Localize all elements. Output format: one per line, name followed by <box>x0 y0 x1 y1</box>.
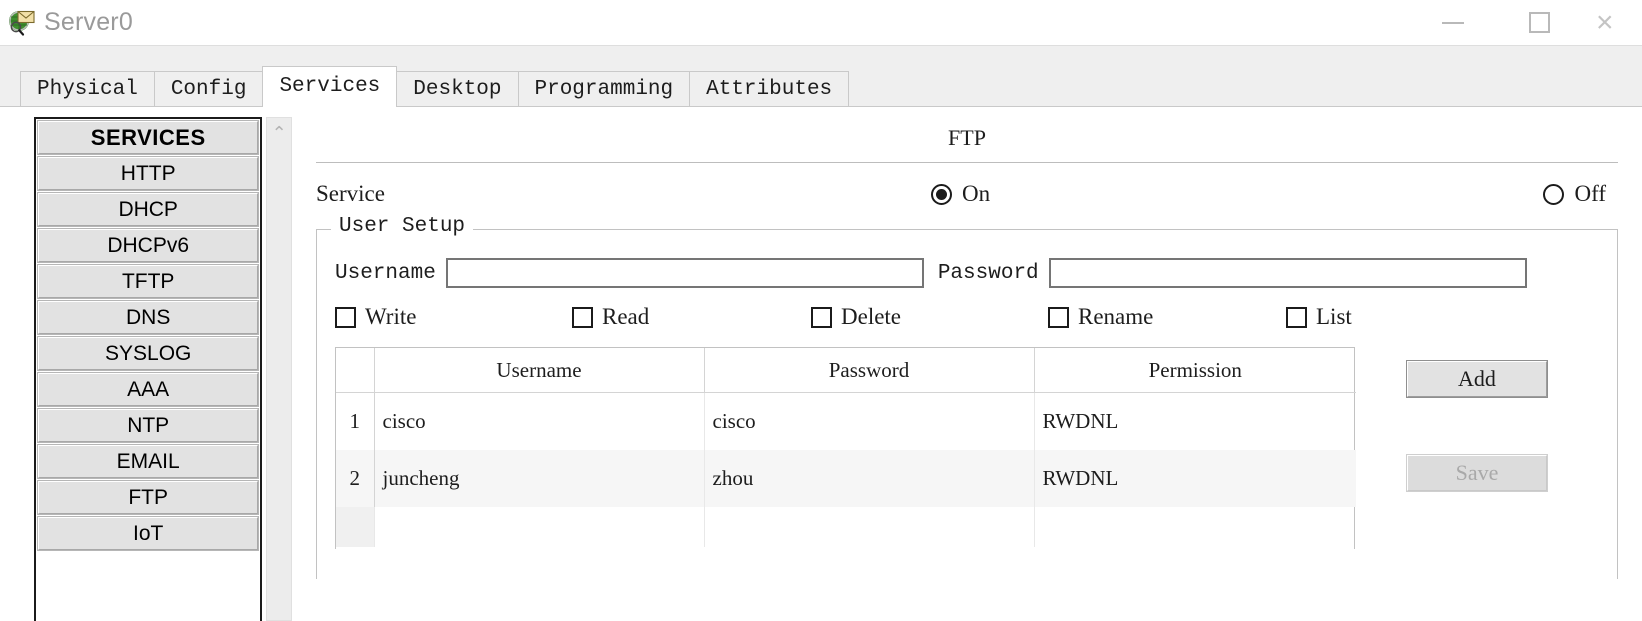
sidebar-item-dhcp[interactable]: DHCP <box>36 192 260 227</box>
row-index: 2 <box>336 450 375 507</box>
permission-list-label: List <box>1316 304 1352 329</box>
password-input[interactable] <box>1048 258 1527 288</box>
sidebar-item-aaa[interactable]: AAA <box>36 372 260 407</box>
user-setup-legend: User Setup <box>331 215 474 238</box>
maximize-button[interactable] <box>1496 0 1582 45</box>
tab-physical[interactable]: Physical <box>20 71 155 107</box>
password-label: Password <box>937 261 1039 285</box>
service-toggle-row: Service On Off <box>302 163 1632 225</box>
service-on-label: On <box>961 181 991 206</box>
table-row[interactable]: 1 cisco cisco RWDNL <box>336 392 1356 451</box>
sidebar-item-dns[interactable]: DNS <box>36 300 260 335</box>
checkbox-list-icon[interactable] <box>1286 306 1307 328</box>
row-index: 1 <box>336 392 375 450</box>
sidebar-item-email[interactable]: EMAIL <box>36 444 260 479</box>
table-row[interactable]: 2 juncheng zhou RWDNL <box>336 450 1356 507</box>
tab-desktop[interactable]: Desktop <box>396 71 519 107</box>
minimize-button[interactable] <box>1410 0 1496 45</box>
sidebar-item-ntp[interactable]: NTP <box>36 408 260 443</box>
tab-attributes[interactable]: Attributes <box>689 71 850 107</box>
close-icon: × <box>1596 5 1614 39</box>
radio-on-icon[interactable] <box>930 183 952 205</box>
page-title: FTP <box>948 125 986 150</box>
column-header-username[interactable]: Username <box>374 348 705 393</box>
cell-password[interactable]: cisco <box>704 392 1035 450</box>
sidebar-scrollbar[interactable]: ⌃ <box>266 117 292 621</box>
sidebar-item-ftp[interactable]: FTP <box>36 480 260 515</box>
cell-username[interactable]: cisco <box>374 392 705 450</box>
users-table: Username Password Permission 1 cisco cis… <box>336 348 1356 547</box>
services-list: SERVICES HTTP DHCP DHCPv6 TFTP DNS SYSLO… <box>34 117 263 621</box>
close-button[interactable]: × <box>1582 0 1642 45</box>
permissions-row: Write Read Delete Rename List <box>335 304 1599 330</box>
service-label: Service <box>316 181 385 206</box>
sidebar-item-dhcpv6[interactable]: DHCPv6 <box>36 228 260 263</box>
column-header-permission[interactable]: Permission <box>1034 348 1356 393</box>
permission-delete-label: Delete <box>841 304 902 329</box>
table-empty-row <box>336 507 1356 547</box>
user-setup-fieldset: User Setup Username Password Write Read <box>316 215 1618 579</box>
permission-write[interactable]: Write <box>335 304 572 330</box>
cell-permission[interactable]: RWDNL <box>1034 450 1356 507</box>
service-off-option[interactable]: Off <box>1543 181 1606 207</box>
sidebar-header-services: SERVICES <box>36 120 260 155</box>
users-table-box: Username Password Permission 1 cisco cis… <box>335 347 1356 549</box>
service-on-option[interactable]: On <box>930 181 991 207</box>
table-header-row: Username Password Permission <box>336 348 1356 393</box>
sidebar-item-http[interactable]: HTTP <box>36 156 260 191</box>
column-header-rownum <box>336 348 375 393</box>
cell-empty-username <box>374 507 705 547</box>
cell-empty-password <box>704 507 1035 547</box>
title-bar: Server0 × <box>0 0 1642 45</box>
table-action-buttons: Add Save <box>1355 347 1599 549</box>
sidebar-item-iot[interactable]: IoT <box>36 516 260 551</box>
save-button[interactable]: Save <box>1406 454 1548 492</box>
tab-config[interactable]: Config <box>153 71 264 107</box>
row-index-empty <box>336 507 375 547</box>
tab-programming[interactable]: Programming <box>517 71 691 107</box>
checkbox-delete-icon[interactable] <box>811 306 832 328</box>
window-title: Server0 <box>44 8 133 36</box>
server-device-icon <box>7 8 37 38</box>
cell-empty-permission <box>1034 507 1356 547</box>
content-area: SERVICES HTTP DHCP DHCPv6 TFTP DNS SYSLO… <box>0 106 1642 621</box>
cell-permission[interactable]: RWDNL <box>1034 393 1356 451</box>
checkbox-rename-icon[interactable] <box>1048 306 1069 328</box>
window-controls: × <box>1410 0 1642 45</box>
services-sidebar: SERVICES HTTP DHCP DHCPv6 TFTP DNS SYSLO… <box>0 107 292 621</box>
ftp-panel: FTP Service On Off User Setup Username P… <box>292 107 1642 621</box>
credentials-row: Username Password <box>335 230 1599 288</box>
tab-bar: Physical Config Services Desktop Program… <box>0 45 1642 107</box>
username-input[interactable] <box>445 258 924 288</box>
permission-rename-label: Rename <box>1078 304 1154 329</box>
permission-rename[interactable]: Rename <box>1048 304 1286 330</box>
checkbox-write-icon[interactable] <box>335 306 356 328</box>
radio-off-icon[interactable] <box>1543 183 1565 205</box>
permission-read-label: Read <box>602 304 650 329</box>
checkbox-read-icon[interactable] <box>572 306 593 328</box>
permission-list[interactable]: List <box>1286 304 1352 330</box>
cell-password[interactable]: zhou <box>704 450 1035 507</box>
sidebar-item-syslog[interactable]: SYSLOG <box>36 336 260 371</box>
minimize-icon <box>1442 21 1464 24</box>
username-label: Username <box>335 261 436 285</box>
cell-username[interactable]: juncheng <box>374 450 705 507</box>
column-header-password[interactable]: Password <box>704 348 1035 393</box>
permission-read[interactable]: Read <box>572 304 811 330</box>
permission-delete[interactable]: Delete <box>811 304 1048 330</box>
sidebar-item-tftp[interactable]: TFTP <box>36 264 260 299</box>
chevron-up-icon[interactable]: ⌃ <box>272 124 287 620</box>
add-button[interactable]: Add <box>1406 360 1548 398</box>
maximize-icon <box>1528 12 1550 33</box>
users-table-area: Username Password Permission 1 cisco cis… <box>335 347 1599 549</box>
service-off-label: Off <box>1574 181 1606 206</box>
tab-services[interactable]: Services <box>262 66 398 107</box>
permission-write-label: Write <box>365 304 417 329</box>
